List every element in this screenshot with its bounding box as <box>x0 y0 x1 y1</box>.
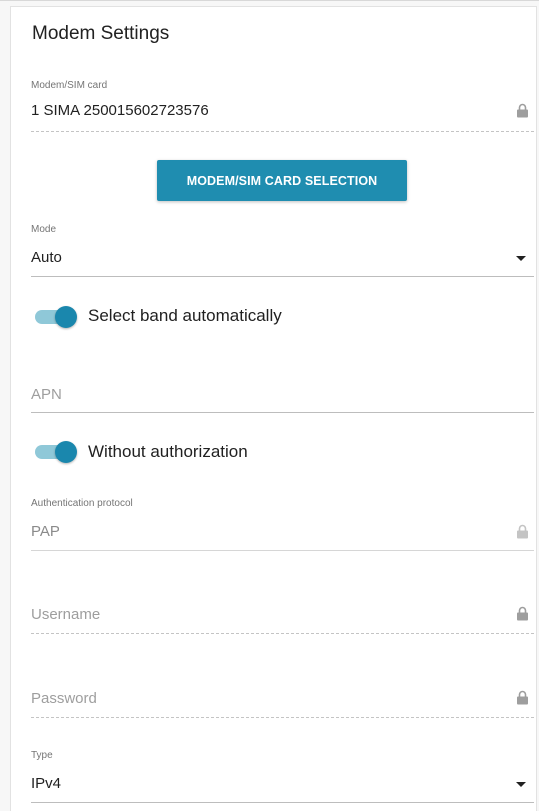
band-auto-label: Select band automatically <box>88 306 282 325</box>
password-placeholder: Password <box>31 690 97 707</box>
top-divider <box>0 0 539 1</box>
modem-sim-field: Modem/SIM card 1 SIMA 250015602723576 <box>31 77 534 133</box>
auth-protocol-underline <box>31 550 534 551</box>
lock-icon <box>517 103 528 118</box>
mode-select[interactable]: Mode Auto <box>31 221 534 277</box>
lock-icon <box>517 606 528 621</box>
section-title: Modem Settings <box>32 23 170 44</box>
password-field: Password <box>31 681 534 721</box>
band-auto-toggle-thumb <box>55 306 77 328</box>
auth-protocol-select: Authentication protocol PAP <box>31 495 534 551</box>
without-authorization-toggle-thumb <box>55 441 77 463</box>
modem-sim-value: 1 SIMA 250015602723576 <box>31 102 209 119</box>
username-underline <box>31 633 534 634</box>
apn-placeholder: APN <box>31 386 62 403</box>
mode-value: Auto <box>31 249 62 266</box>
chevron-down-icon <box>516 256 526 261</box>
modem-settings-card: Modem Settings Modem/SIM card 1 SIMA 250… <box>10 6 537 811</box>
modem-sim-underline <box>31 131 534 132</box>
page-background: Modem Settings Modem/SIM card 1 SIMA 250… <box>0 0 539 811</box>
apn-input[interactable]: APN <box>31 377 534 415</box>
apn-underline <box>31 412 534 413</box>
mode-underline <box>31 276 534 277</box>
modem-sim-card-selection-button[interactable]: MODEM/SIM CARD SELECTION <box>157 160 407 201</box>
chevron-down-icon <box>516 782 526 787</box>
username-placeholder: Username <box>31 606 101 623</box>
type-underline <box>31 802 534 803</box>
auth-protocol-value: PAP <box>31 523 60 540</box>
mode-label: Mode <box>31 224 57 235</box>
type-label: Type <box>31 750 53 761</box>
type-select[interactable]: Type IPv4 <box>31 746 534 804</box>
band-auto-toggle[interactable] <box>35 305 77 329</box>
lock-icon <box>517 690 528 705</box>
auth-protocol-label: Authentication protocol <box>31 498 133 509</box>
modem-sim-label: Modem/SIM card <box>31 80 108 91</box>
username-field: Username <box>31 597 534 637</box>
password-underline <box>31 717 534 718</box>
without-authorization-label: Without authorization <box>88 442 248 461</box>
type-value: IPv4 <box>31 775 62 792</box>
lock-icon <box>517 524 528 539</box>
without-authorization-toggle[interactable] <box>35 440 77 464</box>
